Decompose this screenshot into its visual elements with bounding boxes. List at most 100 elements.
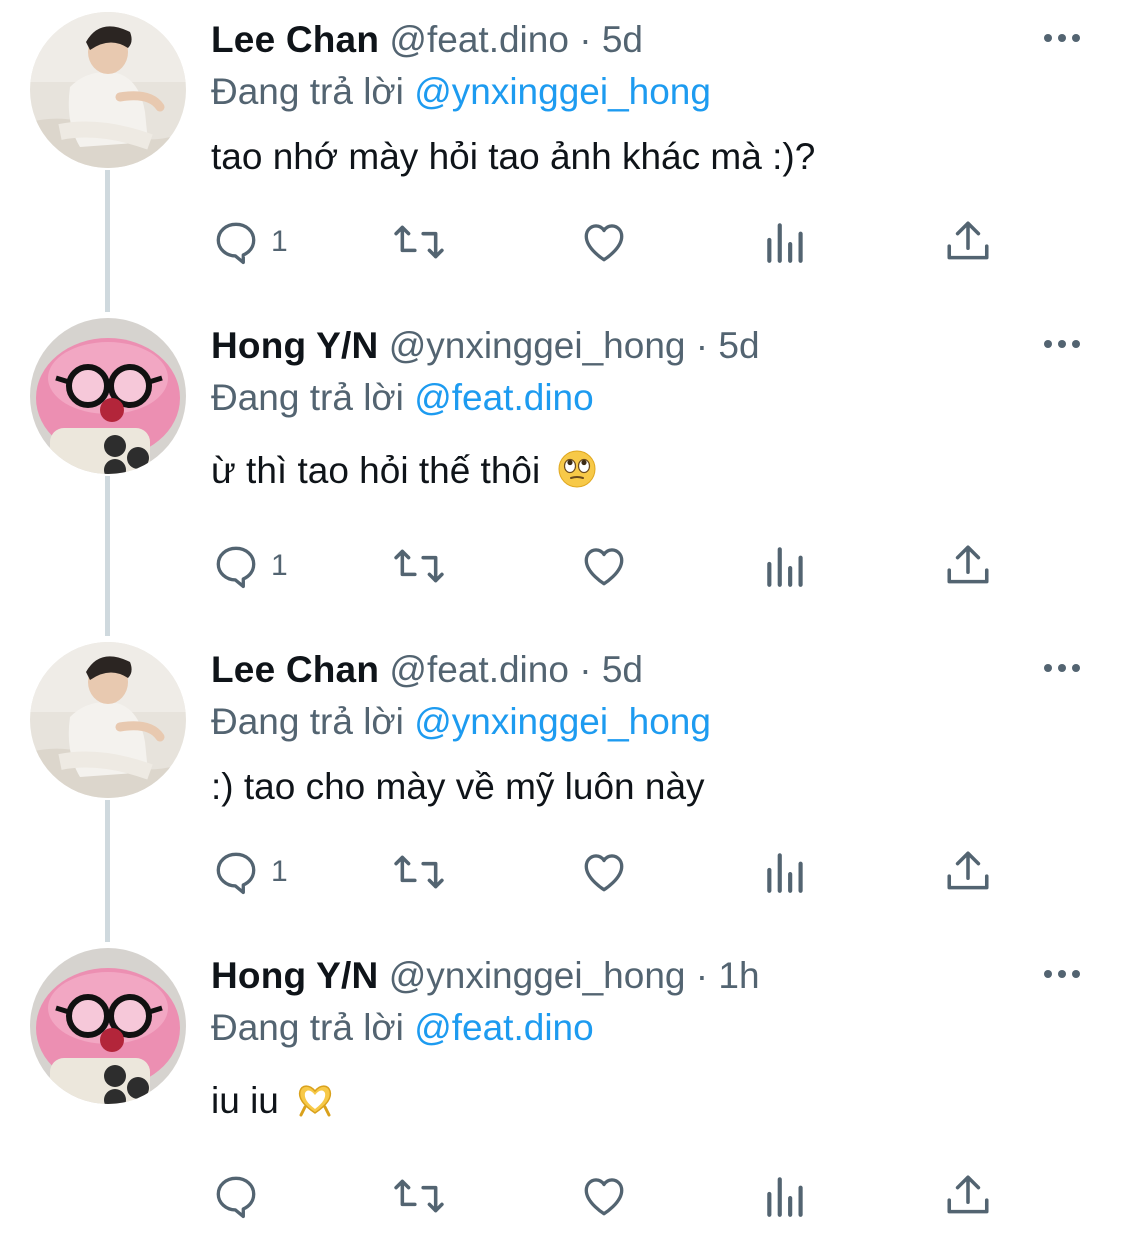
bar-chart-icon xyxy=(767,1177,803,1217)
views-button[interactable] xyxy=(763,538,809,594)
retweet-icon xyxy=(394,225,444,259)
like-button[interactable] xyxy=(579,844,629,900)
timestamp[interactable]: 5d xyxy=(718,325,759,366)
reply-count: 1 xyxy=(271,225,288,258)
boy-sitting-avatar xyxy=(30,642,186,798)
tweet-header: Lee Chan @feat.dino · 5d xyxy=(211,648,643,692)
author-handle[interactable]: @ynxinggei_hong xyxy=(389,955,686,996)
avatar[interactable] xyxy=(30,642,186,798)
like-button[interactable] xyxy=(579,538,629,594)
reply-prefix: Đang trả lời xyxy=(211,701,404,742)
retweet-button[interactable] xyxy=(391,214,447,270)
retweet-icon xyxy=(394,549,444,583)
views-button[interactable] xyxy=(763,1168,809,1224)
tweet[interactable]: Hong Y/N @ynxinggei_hong · 5d Đang trả l… xyxy=(0,306,1125,612)
separator-dot: · xyxy=(579,649,592,690)
author-name[interactable]: Hong Y/N xyxy=(211,955,378,996)
share-upload-icon xyxy=(947,851,989,890)
tweet-header: Lee Chan @feat.dino · 5d xyxy=(211,18,643,62)
reply-prefix: Đang trả lời xyxy=(211,71,404,112)
author-handle[interactable]: @feat.dino xyxy=(389,649,569,690)
author-handle[interactable]: @feat.dino xyxy=(389,19,569,60)
author-name[interactable]: Lee Chan xyxy=(211,649,379,690)
reply-prefix: Đang trả lời xyxy=(211,1007,404,1048)
pink-plush-glasses-avatar xyxy=(30,948,186,1104)
heart-icon xyxy=(584,1178,624,1216)
avatar[interactable] xyxy=(30,948,186,1104)
reply-button[interactable]: 1 xyxy=(211,538,288,594)
speech-bubble-icon xyxy=(216,546,256,589)
reply-context: Đang trả lời @feat.dino xyxy=(211,1006,594,1050)
timestamp[interactable]: 5d xyxy=(602,19,643,60)
share-button[interactable] xyxy=(943,844,993,900)
ellipsis-icon[interactable] xyxy=(1040,962,1084,986)
tweet-text-content: :) tao cho mày về mỹ luôn này xyxy=(211,766,705,807)
action-bar: 1 xyxy=(211,538,1011,598)
reply-prefix: Đang trả lời xyxy=(211,377,404,418)
retweet-button[interactable] xyxy=(391,844,447,900)
reply-context: Đang trả lời @feat.dino xyxy=(211,376,594,420)
retweet-icon xyxy=(394,1179,444,1213)
tweet-text: iu iu xyxy=(211,1078,335,1124)
tweet-text-content: iu iu xyxy=(211,1080,279,1121)
tweet-text-content: ừ thì tao hỏi thế thôi xyxy=(211,450,541,491)
tweet-header: Hong Y/N @ynxinggei_hong · 1h xyxy=(211,954,760,998)
views-button[interactable] xyxy=(763,844,809,900)
avatar[interactable] xyxy=(30,12,186,168)
separator-dot: · xyxy=(695,325,709,366)
heart-icon xyxy=(584,224,624,262)
tweet[interactable]: Lee Chan @feat.dino · 5d Đang trả lời @y… xyxy=(0,0,1125,306)
share-upload-icon xyxy=(947,1175,989,1214)
reply-count: 1 xyxy=(271,549,288,582)
reply-button[interactable]: 1 xyxy=(211,844,288,900)
views-button[interactable] xyxy=(763,214,809,270)
heart-hands-emoji xyxy=(299,1085,332,1117)
retweet-icon xyxy=(394,855,444,889)
speech-bubble-icon xyxy=(216,222,256,265)
separator-dot: · xyxy=(579,19,592,60)
boy-sitting-avatar xyxy=(30,12,186,168)
timestamp[interactable]: 5d xyxy=(602,649,643,690)
bar-chart-icon xyxy=(767,223,803,263)
retweet-button[interactable] xyxy=(391,1168,447,1224)
heart-icon xyxy=(584,854,624,892)
action-bar: 1 xyxy=(211,214,1011,274)
reply-mention-link[interactable]: @feat.dino xyxy=(414,1007,594,1048)
reply-context: Đang trả lời @ynxinggei_hong xyxy=(211,700,711,744)
tweet-text: :) tao cho mày về mỹ luôn này xyxy=(211,764,705,810)
reply-mention-link[interactable]: @ynxinggei_hong xyxy=(414,71,711,112)
bar-chart-icon xyxy=(767,853,803,893)
heart-icon xyxy=(584,548,624,586)
ellipsis-icon[interactable] xyxy=(1040,656,1084,680)
avatar[interactable] xyxy=(30,318,186,474)
tweet[interactable]: Hong Y/N @ynxinggei_hong · 1h Đang trả l… xyxy=(0,936,1125,1242)
like-button[interactable] xyxy=(579,214,629,270)
reply-button[interactable]: 1 xyxy=(211,214,288,270)
retweet-button[interactable] xyxy=(391,538,447,594)
action-bar xyxy=(211,1168,1011,1228)
author-name[interactable]: Hong Y/N xyxy=(211,325,378,366)
tweet-text: ừ thì tao hỏi thế thôi xyxy=(211,448,597,494)
share-button[interactable] xyxy=(943,538,993,594)
share-upload-icon xyxy=(947,545,989,584)
author-name[interactable]: Lee Chan xyxy=(211,19,379,60)
reply-mention-link[interactable]: @feat.dino xyxy=(414,377,594,418)
speech-bubble-icon xyxy=(216,1176,256,1219)
action-bar: 1 xyxy=(211,844,1011,904)
reply-button[interactable] xyxy=(211,1168,271,1224)
timestamp[interactable]: 1h xyxy=(718,955,759,996)
tweet-header: Hong Y/N @ynxinggei_hong · 5d xyxy=(211,324,760,368)
share-button[interactable] xyxy=(943,214,993,270)
reply-count: 1 xyxy=(271,855,288,888)
tweet-text: tao nhớ mày hỏi tao ảnh khác mà :)? xyxy=(211,134,815,180)
ellipsis-icon[interactable] xyxy=(1040,332,1084,356)
tweet[interactable]: Lee Chan @feat.dino · 5d Đang trả lời @y… xyxy=(0,630,1125,936)
like-button[interactable] xyxy=(579,1168,629,1224)
bar-chart-icon xyxy=(767,547,803,587)
ellipsis-icon[interactable] xyxy=(1040,26,1084,50)
tweet-text-content: tao nhớ mày hỏi tao ảnh khác mà :)? xyxy=(211,136,816,177)
reply-mention-link[interactable]: @ynxinggei_hong xyxy=(414,701,711,742)
share-button[interactable] xyxy=(943,1168,993,1224)
eye-roll-emoji xyxy=(558,450,595,488)
author-handle[interactable]: @ynxinggei_hong xyxy=(389,325,686,366)
